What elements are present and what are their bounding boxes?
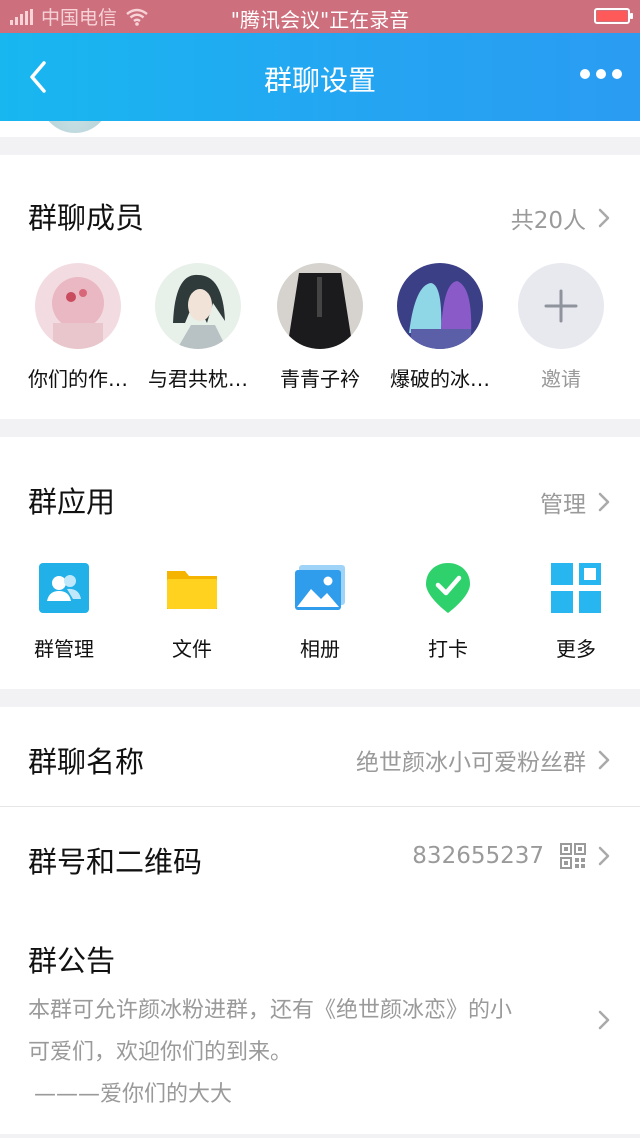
members-count-link[interactable]: 共20人 (511, 201, 612, 235)
qrcode-icon (560, 843, 586, 869)
app-files[interactable]: 文件 (137, 561, 247, 662)
avatar (397, 263, 483, 349)
app-label: 文件 (172, 637, 212, 661)
invite-label: 邀请 (541, 367, 581, 391)
announcement-text: 本群可允许颜冰粉进群，还有《绝世颜冰恋》的小 可爱们，欢迎你们的到来。 ———爱… (28, 990, 573, 1116)
invite-button[interactable]: 邀请 (506, 263, 616, 392)
more-dot (580, 69, 590, 79)
group-header-card (0, 121, 640, 137)
nav-bar: 群聊设置 (0, 33, 640, 121)
avatar (155, 263, 241, 349)
member-name: 爆破的冰… (390, 367, 490, 391)
announcement-signature: ———爱你们的大大 (34, 1082, 233, 1107)
more-button[interactable] (580, 69, 622, 79)
announcement-row[interactable]: 群公告 本群可允许颜冰粉进群，还有《绝世颜冰恋》的小 可爱们，欢迎你们的到来。 … (0, 906, 640, 1134)
recording-notice: "腾讯会议"正在录音 (230, 8, 410, 32)
member-name: 与君共枕… (148, 367, 248, 391)
group-id-label: 群号和二维码 (28, 845, 203, 879)
app-album[interactable]: 相册 (265, 561, 375, 662)
announcement-line: 可爱们，欢迎你们的到来。 (28, 1040, 293, 1065)
member-item[interactable]: 你们的作… (23, 263, 133, 392)
album-icon (295, 565, 345, 610)
add-member-circle (518, 263, 604, 349)
more-dot (596, 69, 606, 79)
plus-icon (544, 289, 578, 323)
app-group-manage[interactable]: 群管理 (9, 561, 119, 662)
app-list: 群管理 文件 相册 打卡 更多 (0, 561, 640, 661)
group-name-value: 绝世颜冰小可爱粉丝群 (356, 750, 586, 776)
page-title: 群聊设置 (263, 64, 376, 97)
members-count: 共20人 (510, 208, 586, 234)
group-id-row[interactable]: 群号和二维码 832655237 (0, 807, 640, 906)
chevron-right-icon (598, 208, 610, 228)
group-id-value-wrap: 832655237 (412, 843, 612, 869)
chevron-right-icon (598, 846, 610, 866)
folder-icon (167, 571, 217, 609)
apps-manage-link[interactable]: 管理 (540, 485, 612, 519)
checkin-icon (426, 563, 470, 613)
group-name-row[interactable]: 群聊名称 绝世颜冰小可爱粉丝群 (0, 707, 640, 806)
group-apps-section: 群应用 管理 群管理 文件 相册 打卡 更多 (0, 437, 640, 689)
announcement-line: 本群可允许颜冰粉进群，还有《绝世颜冰恋》的小 (28, 998, 513, 1023)
battery-icon (594, 8, 633, 24)
group-name-label: 群聊名称 (28, 745, 145, 779)
grid-more-icon (551, 563, 601, 613)
member-item[interactable]: 爆破的冰… (385, 263, 495, 392)
app-checkin[interactable]: 打卡 (393, 561, 503, 662)
avatar (277, 263, 363, 349)
app-more[interactable]: 更多 (521, 561, 631, 662)
app-label: 打卡 (428, 637, 468, 661)
chevron-right-icon (598, 1010, 610, 1030)
member-list: 你们的作… 与君共枕… 青青子衿 爆破的冰… 邀请 (0, 263, 640, 393)
chevron-right-icon (598, 750, 610, 770)
group-name-value-wrap: 绝世颜冰小可爱粉丝群 (356, 743, 612, 777)
group-manage-icon (39, 563, 89, 613)
app-label: 更多 (556, 637, 596, 661)
app-label: 群管理 (34, 637, 94, 661)
announcement-label: 群公告 (28, 944, 116, 978)
app-label: 相册 (300, 637, 340, 661)
chevron-right-icon (598, 492, 610, 512)
member-name: 你们的作… (28, 367, 128, 391)
member-item[interactable]: 青青子衿 (265, 263, 375, 392)
group-avatar[interactable] (40, 121, 110, 133)
member-item[interactable]: 与君共枕… (143, 263, 253, 392)
apps-title: 群应用 (28, 485, 116, 519)
members-title: 群聊成员 (28, 201, 145, 235)
more-dot (612, 69, 622, 79)
apps-manage-label: 管理 (540, 492, 586, 518)
group-id-value: 832655237 (412, 843, 544, 869)
members-section: 群聊成员 共20人 你们的作… 与君共枕… 青青子衿 爆破的冰… 邀请 (0, 155, 640, 419)
avatar (35, 263, 121, 349)
status-bar: 中国电信 "腾讯会议"正在录音 (0, 0, 640, 33)
member-name: 青青子衿 (280, 367, 360, 391)
